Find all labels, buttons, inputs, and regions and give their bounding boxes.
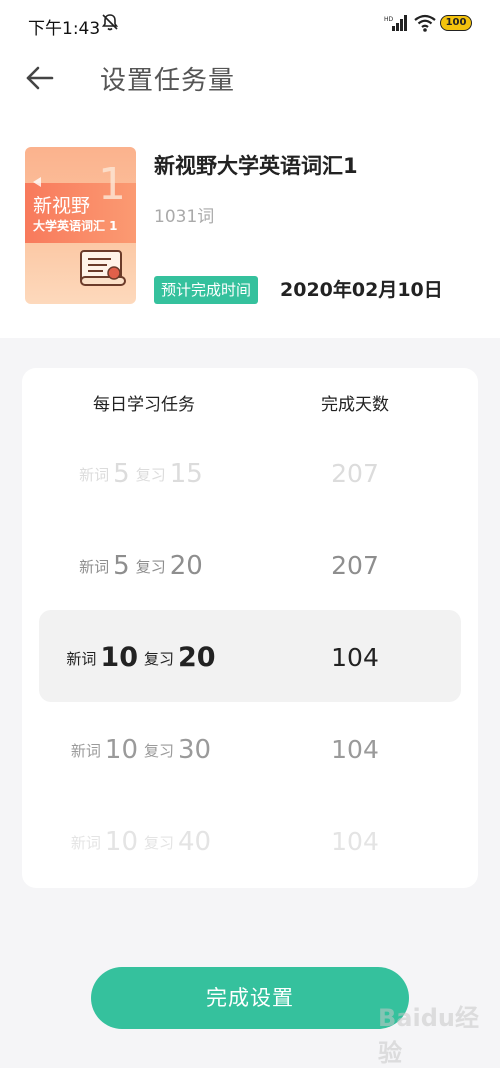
cover-subtitle: 大学英语词汇 1 bbox=[33, 219, 118, 233]
new-words-value: 5 bbox=[113, 459, 130, 489]
review-value: 30 bbox=[178, 735, 212, 765]
complete-settings-button[interactable]: 完成设置 bbox=[91, 967, 409, 1029]
battery-icon: 100 bbox=[440, 15, 472, 31]
picker-days: 207 bbox=[331, 551, 379, 580]
cover-triangle-icon bbox=[33, 177, 41, 187]
signal-icon: HD bbox=[384, 15, 407, 31]
new-words-label: 新词 bbox=[66, 650, 97, 668]
new-words-value: 10 bbox=[100, 642, 138, 673]
new-words-value: 5 bbox=[113, 551, 130, 581]
book-cover: 1 新视野 大学英语词汇 1 bbox=[25, 147, 136, 304]
estimate-date: 2020年02月10日 bbox=[280, 279, 443, 301]
status-time: 下午1:43 bbox=[28, 19, 101, 39]
review-label: 复习 bbox=[135, 466, 166, 484]
new-words-label: 新词 bbox=[79, 558, 110, 576]
book-word-count: 1031词 bbox=[154, 207, 215, 227]
review-value: 40 bbox=[178, 827, 212, 857]
picker-days: 104 bbox=[331, 643, 379, 672]
new-words-label: 新词 bbox=[70, 742, 101, 760]
picker-task: 新词 10 复习 30 bbox=[22, 704, 266, 796]
picker-days: 104 bbox=[331, 827, 379, 856]
svg-text:HD: HD bbox=[384, 16, 394, 23]
cover-title: 新视野 bbox=[33, 195, 91, 217]
review-value: 20 bbox=[169, 551, 203, 581]
picker-task: 新词 10 复习 40 bbox=[22, 796, 266, 888]
new-words-label: 新词 bbox=[70, 834, 101, 852]
wifi-icon bbox=[414, 14, 436, 32]
picker-row[interactable]: 新词 10 复习 40 104 bbox=[22, 796, 478, 888]
review-label: 复习 bbox=[144, 742, 175, 760]
status-bar: 下午1:43 HD 100 bbox=[0, 0, 500, 48]
page-title: 设置任务量 bbox=[100, 66, 236, 96]
certificate-icon bbox=[80, 250, 126, 286]
picker-task: 新词 10 复习 20 bbox=[22, 612, 266, 704]
notification-mute-icon bbox=[101, 14, 119, 31]
column-header-days: 完成天数 bbox=[321, 395, 389, 415]
column-header-task: 每日学习任务 bbox=[93, 395, 195, 415]
picker-task: 新词 5 复习 15 bbox=[22, 428, 266, 520]
cover-number: 1 bbox=[98, 159, 126, 210]
new-words-label: 新词 bbox=[79, 466, 110, 484]
picker-days: 207 bbox=[331, 459, 379, 488]
back-arrow-icon[interactable] bbox=[24, 62, 56, 94]
new-words-value: 10 bbox=[104, 735, 138, 765]
watermark: Baidu经验 bbox=[378, 1004, 479, 1067]
review-label: 复习 bbox=[144, 834, 175, 852]
review-value: 15 bbox=[169, 459, 203, 489]
review-label: 复习 bbox=[135, 558, 166, 576]
picker-row[interactable]: 新词 5 复习 15 207 bbox=[22, 428, 478, 520]
book-title: 新视野大学英语词汇1 bbox=[154, 154, 358, 178]
task-picker: 每日学习任务 完成天数 新词 5 复习 15 207 新词 5 复习 20 207 新词 10… bbox=[22, 368, 478, 888]
picker-row-selected[interactable]: 新词 10 复习 20 104 bbox=[22, 612, 478, 704]
estimate-badge: 预计完成时间 bbox=[154, 276, 259, 304]
picker-row[interactable]: 新词 5 复习 20 207 bbox=[22, 520, 478, 612]
picker-task: 新词 5 复习 20 bbox=[22, 520, 266, 612]
new-words-value: 10 bbox=[104, 827, 138, 857]
review-value: 20 bbox=[178, 642, 216, 673]
picker-days: 104 bbox=[331, 735, 379, 764]
review-label: 复习 bbox=[144, 650, 175, 668]
picker-row[interactable]: 新词 10 复习 30 104 bbox=[22, 704, 478, 796]
